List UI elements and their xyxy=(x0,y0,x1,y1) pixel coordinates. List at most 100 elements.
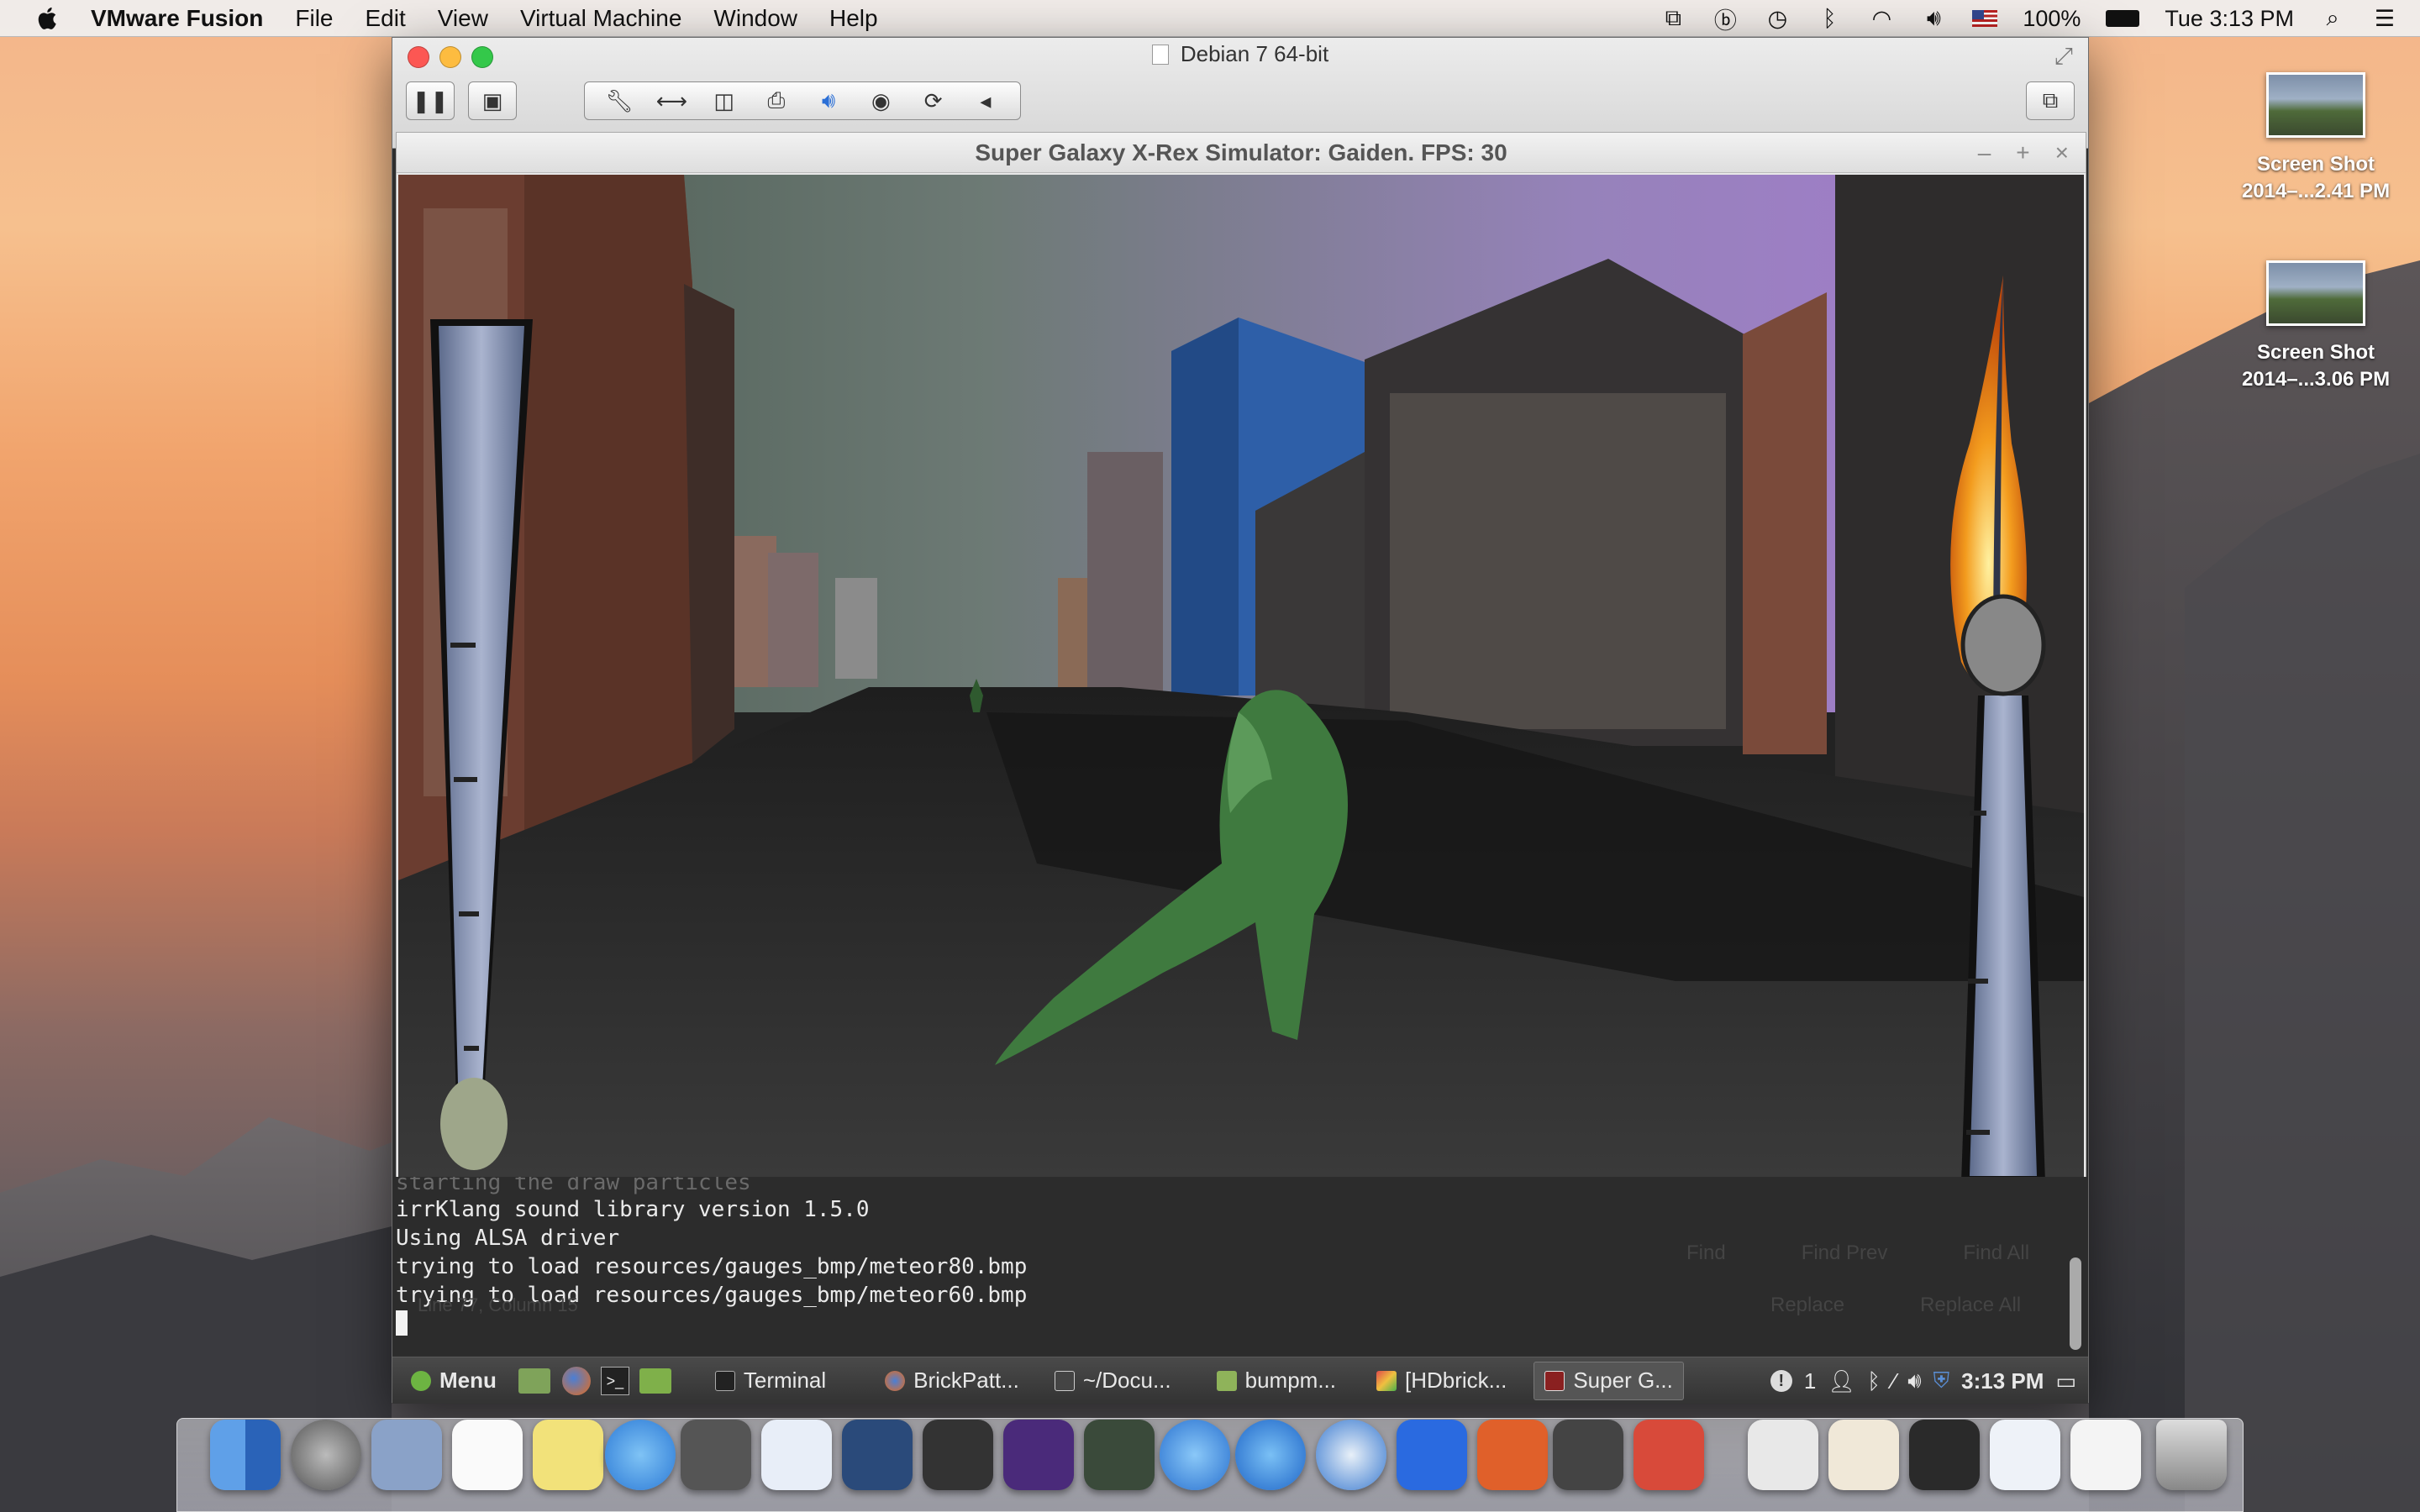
calendar-icon[interactable] xyxy=(761,1420,832,1490)
notification-count[interactable]: 1 xyxy=(1804,1368,1816,1394)
wifi-icon[interactable]: ◠ xyxy=(1868,5,1895,32)
panel-clock[interactable]: 3:13 PM xyxy=(1961,1368,2044,1394)
game-minimize-button[interactable]: – xyxy=(1978,133,1991,173)
user-icon[interactable]: 👤︎ xyxy=(1828,1368,1855,1394)
ghost-find-all-button: Find All xyxy=(1963,1242,2030,1264)
desktop-icon-screenshot-2[interactable]: Screen Shot 2014–...3.06 PM xyxy=(2232,260,2400,393)
game-title: Super Galaxy X-Rex Simulator: Gaiden. FP… xyxy=(975,139,1507,165)
sound-icon[interactable]: 🔊︎ xyxy=(814,87,843,115)
flag-icon[interactable] xyxy=(1972,10,1998,27)
recent-document-2-icon[interactable] xyxy=(1828,1420,1899,1490)
show-desktop-icon[interactable] xyxy=(518,1368,550,1394)
game-viewport[interactable] xyxy=(398,175,2084,1179)
menu-help[interactable]: Help xyxy=(829,5,878,32)
window-view-icon: ⧉ xyxy=(2042,87,2059,113)
safari-icon[interactable] xyxy=(1316,1420,1386,1490)
sublime-icon xyxy=(1054,1370,1075,1391)
menu-edit[interactable]: Edit xyxy=(366,5,406,32)
itunes-icon[interactable] xyxy=(1160,1420,1230,1490)
terminal-output[interactable]: starting the draw particles irrKlang sou… xyxy=(392,1177,2088,1355)
terminal-launcher-icon[interactable]: >_ xyxy=(600,1366,629,1395)
network-tray-icon[interactable]: ⁄ xyxy=(1892,1368,1896,1394)
volume-icon[interactable]: 🔊︎ xyxy=(1920,5,1947,32)
facetime-icon[interactable] xyxy=(681,1420,751,1490)
notification-center-icon[interactable]: ☰ xyxy=(2371,5,2398,32)
terminal-line: starting the draw particles xyxy=(396,1177,751,1195)
network-icon[interactable]: ⟷ xyxy=(656,87,687,115)
vmware-fusion-icon[interactable] xyxy=(1634,1420,1704,1490)
mint-logo-icon xyxy=(411,1370,431,1391)
task-label: ~/Docu... xyxy=(1082,1368,1171,1393)
vm-toolbar-group: 🔧︎ ⟷ ◫ ⎙ 🔊︎ ◉ ⟳ ◂ xyxy=(584,81,1021,120)
camera-icon[interactable]: ◉ xyxy=(866,87,895,115)
beats-icon[interactable]: ⓑ xyxy=(1712,5,1739,34)
notification-icon[interactable]: ! xyxy=(1770,1370,1792,1392)
menu-clock[interactable]: Tue 3:13 PM xyxy=(2165,6,2294,32)
ghost-find-button: Find xyxy=(1686,1242,1726,1264)
downloads-stack-icon[interactable] xyxy=(1990,1420,2060,1490)
workspace-icon[interactable]: ▭ xyxy=(2055,1368,2076,1394)
powerpoint-icon[interactable] xyxy=(1477,1420,1548,1490)
app-store-icon[interactable] xyxy=(1235,1420,1306,1490)
recent-document-1-icon[interactable] xyxy=(1748,1420,1818,1490)
trash-icon[interactable] xyxy=(2156,1420,2227,1490)
photo-booth-icon[interactable] xyxy=(1084,1420,1155,1490)
collapse-toolbar-icon[interactable]: ◂ xyxy=(971,87,1000,115)
apple-icon[interactable] xyxy=(34,4,62,33)
imovie-icon[interactable] xyxy=(1003,1420,1074,1490)
bluetooth-icon[interactable]: ᛒ xyxy=(1816,5,1843,32)
game-titlebar: Super Galaxy X-Rex Simulator: Gaiden. FP… xyxy=(397,133,2086,173)
unity-view-button[interactable]: ⧉ xyxy=(2026,81,2075,120)
menu-window[interactable]: Window xyxy=(713,5,797,32)
linux-taskbar: Menu >_ Terminal BrickPatt... ~/Docu... … xyxy=(392,1357,2088,1404)
volume-tray-icon[interactable]: 🔊︎ xyxy=(1907,1368,1921,1394)
task-bumpmap[interactable]: bumpm... xyxy=(1207,1362,1346,1400)
firefox-launcher-icon[interactable] xyxy=(561,1366,591,1395)
battery-icon[interactable] xyxy=(2106,10,2140,27)
menu-app-name[interactable]: VMware Fusion xyxy=(91,5,263,32)
battery-percent[interactable]: 100% xyxy=(2023,6,2081,32)
starcraft-icon[interactable] xyxy=(842,1420,913,1490)
desktop-icon-screenshot-1[interactable]: Screen Shot 2014–...2.41 PM xyxy=(2232,72,2400,205)
reminders-icon[interactable] xyxy=(452,1420,523,1490)
time-machine-icon[interactable]: ◷ xyxy=(1764,5,1791,32)
final-cut-icon[interactable] xyxy=(923,1420,993,1490)
menu-view[interactable]: View xyxy=(438,5,488,32)
game-window: Super Galaxy X-Rex Simulator: Gaiden. FP… xyxy=(396,132,2086,1182)
snapshot-button[interactable]: ▣ xyxy=(468,81,517,120)
shield-icon[interactable]: ⛨ xyxy=(1933,1368,1950,1394)
linux-system-tray: ! 1 👤︎ ᛒ ⁄ 🔊︎ ⛨ 3:13 PM ▭ xyxy=(1770,1357,2076,1404)
sublime-text-icon[interactable] xyxy=(1553,1420,1623,1490)
task-hdbrick[interactable]: [HDbrick... xyxy=(1366,1362,1517,1400)
fullscreen-icon[interactable]: ⤢ xyxy=(2054,43,2073,71)
menu-file[interactable]: File xyxy=(295,5,333,32)
task-super-galaxy[interactable]: Super G... xyxy=(1534,1361,1684,1400)
game-close-button[interactable]: × xyxy=(2055,133,2069,173)
files-launcher-icon[interactable] xyxy=(639,1368,671,1394)
bluetooth-tray-icon[interactable]: ᛒ xyxy=(1867,1368,1881,1394)
game-maximize-button[interactable]: + xyxy=(2016,133,2029,173)
messages-icon[interactable] xyxy=(605,1420,676,1490)
task-brickpattern[interactable]: BrickPatt... xyxy=(875,1362,1029,1400)
settings-wrench-icon[interactable]: 🔧︎ xyxy=(605,87,634,115)
word-icon[interactable] xyxy=(1397,1420,1467,1490)
printer-icon[interactable]: ⎙ xyxy=(762,87,791,115)
launchpad-icon[interactable] xyxy=(291,1420,361,1490)
stickies-icon[interactable] xyxy=(533,1420,603,1490)
documents-stack-icon[interactable] xyxy=(2070,1420,2141,1490)
finder-icon[interactable] xyxy=(210,1420,281,1490)
spotlight-search-icon[interactable]: ⌕ xyxy=(2319,5,2346,32)
suspend-button[interactable]: ❚❚ xyxy=(406,81,455,120)
task-documents[interactable]: ~/Docu... xyxy=(1044,1362,1181,1400)
recent-document-3-icon[interactable] xyxy=(1909,1420,1980,1490)
disk-icon[interactable]: ◫ xyxy=(710,87,739,115)
task-terminal[interactable]: Terminal xyxy=(705,1362,836,1400)
mint-menu-button[interactable]: Menu xyxy=(401,1362,507,1400)
usb-icon[interactable]: ⟳ xyxy=(919,87,948,115)
mail-icon[interactable] xyxy=(371,1420,442,1490)
menu-extras: ⧉ ⓑ ◷ ᛒ ◠ 🔊︎ 100% Tue 3:13 PM ⌕ ☰ xyxy=(1660,0,2398,37)
ghost-replace-button: Replace xyxy=(1770,1294,1845,1316)
vmware-status-icon[interactable]: ⧉ xyxy=(1660,5,1686,32)
menu-virtual-machine[interactable]: Virtual Machine xyxy=(520,5,681,32)
terminal-scrollbar[interactable] xyxy=(2070,1257,2081,1350)
